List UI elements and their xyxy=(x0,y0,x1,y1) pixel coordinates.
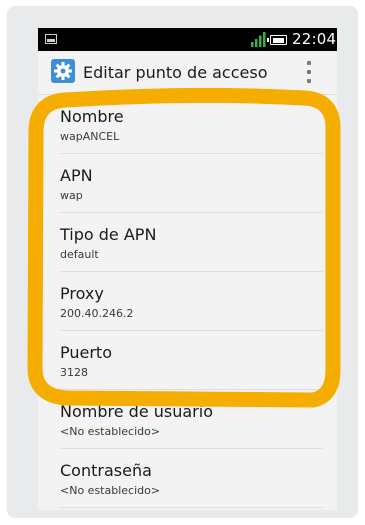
field-value: 200.40.246.2 xyxy=(60,307,134,320)
field-value: default xyxy=(60,248,99,261)
divider xyxy=(60,507,323,508)
field-puerto[interactable]: Puerto 3128 xyxy=(38,331,337,390)
field-label: Tipo de APN xyxy=(60,225,157,244)
field-value: wapANCEL xyxy=(60,130,120,143)
field-tipo-de-apn[interactable]: Tipo de APN default xyxy=(38,213,337,272)
field-label: Proxy xyxy=(60,284,104,303)
settings-gear-icon[interactable] xyxy=(51,59,75,83)
field-contrasena[interactable]: Contraseña <No establecido> xyxy=(38,449,337,508)
overflow-menu-icon[interactable] xyxy=(304,59,314,87)
apn-settings-list: Nombre wapANCEL APN wap Tipo de APN defa… xyxy=(38,95,337,508)
status-bar: 22:04 xyxy=(38,28,337,51)
field-apn[interactable]: APN wap xyxy=(38,154,337,213)
field-proxy[interactable]: Proxy 200.40.246.2 xyxy=(38,272,337,331)
field-label: Nombre xyxy=(60,107,124,126)
battery-icon xyxy=(267,35,287,45)
field-label: Puerto xyxy=(60,343,112,362)
field-value: <No establecido> xyxy=(60,425,161,438)
field-value: <No establecido> xyxy=(60,484,161,497)
field-nombre[interactable]: Nombre wapANCEL xyxy=(38,95,337,154)
field-value: wap xyxy=(60,189,83,202)
action-bar: Editar punto de acceso xyxy=(38,51,337,95)
page-title: Editar punto de acceso xyxy=(83,63,268,82)
field-label: APN xyxy=(60,166,93,185)
screenshot-notification-icon xyxy=(45,34,57,44)
field-nombre-de-usuario[interactable]: Nombre de usuario <No establecido> xyxy=(38,390,337,449)
field-value: 3128 xyxy=(60,366,88,379)
field-label: Nombre de usuario xyxy=(60,402,213,421)
signal-strength-icon xyxy=(251,32,266,47)
status-time: 22:04 xyxy=(292,30,337,48)
phone-screen: 22:04 Editar punto de acceso Nombre wapA… xyxy=(38,28,337,510)
field-label: Contraseña xyxy=(60,461,152,480)
